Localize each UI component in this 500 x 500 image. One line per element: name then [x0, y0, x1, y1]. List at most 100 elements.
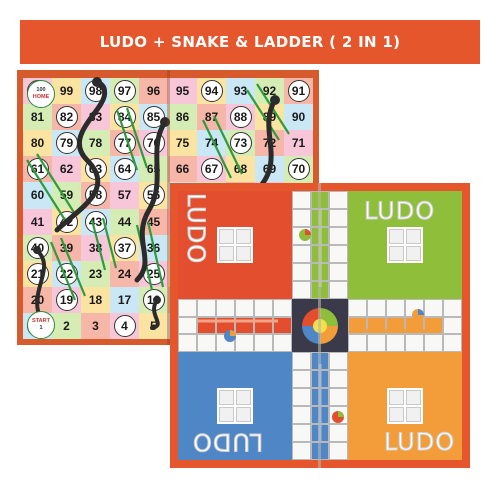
board-cell-number: 91	[291, 84, 306, 99]
board-cell: 93	[226, 78, 255, 105]
board-cell-number: 45	[146, 214, 161, 229]
board-cell-number: 76	[146, 136, 161, 151]
start-number: 1	[39, 325, 43, 331]
board-cell: 79	[52, 130, 81, 157]
board-cell: 58	[81, 182, 110, 209]
board-cell-number: 99	[59, 84, 74, 99]
title-banner: LUDO + SNAKE & LADDER ( 2 IN 1)	[20, 20, 480, 64]
board-cell: 92	[255, 78, 284, 105]
ludo-board: LUDO LUDO LUDO LUDO	[170, 183, 470, 468]
board-cell: 94	[197, 78, 226, 105]
board-cell: 66	[168, 156, 197, 183]
board-cell-number: 90	[291, 110, 306, 125]
board-cell: 78	[81, 130, 110, 157]
board-cell-number: 70	[291, 162, 306, 177]
board-cell: 83	[81, 104, 110, 131]
board-cell-number: 72	[262, 136, 277, 151]
board-cell: 17	[110, 286, 139, 313]
board-cell: 99	[52, 78, 81, 105]
board-cell-number: 64	[117, 162, 132, 177]
board-cell-number: 80	[30, 136, 45, 151]
board-cell: 96	[139, 78, 168, 105]
board-cell: 18	[81, 286, 110, 313]
home-marker: 100 HOME	[27, 80, 55, 108]
board-cell-number: 56	[146, 188, 161, 203]
banner-title: LUDO + SNAKE & LADDER ( 2 IN 1)	[99, 33, 401, 51]
board-cell-number: 95	[175, 84, 190, 99]
board-cell: 45	[139, 208, 168, 235]
board-cell-number: 38	[88, 240, 103, 255]
board-cell: 74	[197, 130, 226, 157]
board-cell-number: 57	[117, 188, 132, 203]
board-cell-number: 78	[88, 136, 103, 151]
board-cell-number: 5	[150, 318, 157, 333]
board-cell-number: 66	[175, 162, 190, 177]
board-cell: 81	[23, 104, 52, 131]
board-cell: 62	[52, 156, 81, 183]
board-cell: 21	[23, 260, 52, 287]
board-cell: 84	[110, 104, 139, 131]
board-cell-number: 2	[63, 318, 70, 333]
board-cell-number: 73	[233, 136, 248, 151]
board-cell: 3	[81, 312, 110, 339]
board-cell: 89	[255, 104, 284, 131]
board-cell-number: 21	[30, 266, 45, 281]
board-cell: 75	[168, 130, 197, 157]
board-cell: 60	[23, 182, 52, 209]
board-cell-number: 98	[88, 84, 103, 99]
board-cell: 38	[81, 234, 110, 261]
board-cell: 40	[23, 234, 52, 261]
board-cell-number: 63	[88, 162, 103, 177]
board-cell: 39	[52, 234, 81, 261]
board-cell-number: 3	[92, 318, 99, 333]
board-cell-number: 75	[175, 136, 190, 151]
board-cell: 19	[52, 286, 81, 313]
board-cell: 87	[197, 104, 226, 131]
board-cell-number: 87	[204, 110, 219, 125]
board-cell-number: 68	[233, 162, 248, 177]
board-cell-number: 74	[204, 136, 219, 151]
board-cell: 42	[52, 208, 81, 235]
board-cell: 91	[284, 78, 313, 105]
board-cell: 41	[23, 208, 52, 235]
board-cell: 22	[52, 260, 81, 287]
board-cell-number: 60	[30, 188, 45, 203]
board-cell: 69	[255, 156, 284, 183]
board-cell-number: 77	[117, 136, 132, 151]
safe-spot-icons	[224, 229, 424, 423]
board-cell: 5	[139, 312, 168, 339]
board-cell: 97	[110, 78, 139, 105]
board-cell-number: 83	[88, 110, 103, 125]
board-cell: 80	[23, 130, 52, 157]
board-cell-number: 71	[291, 136, 306, 151]
board-cell: 23	[81, 260, 110, 287]
board-cell: 86	[168, 104, 197, 131]
board-cell: 65	[139, 156, 168, 183]
board-cell: 61	[23, 156, 52, 183]
board-cell-number: 82	[59, 110, 74, 125]
board-cell-number: 39	[59, 240, 74, 255]
board-cell-number: 20	[30, 292, 45, 307]
board-cell: 59	[52, 182, 81, 209]
board-cell: 72	[255, 130, 284, 157]
home-number: 100	[36, 87, 46, 93]
board-cell-number: 96	[146, 84, 161, 99]
board-cell-number: 81	[30, 110, 45, 125]
board-cell-number: 16	[146, 292, 161, 307]
board-cell-number: 41	[30, 214, 45, 229]
board-cell-number: 97	[117, 84, 132, 99]
board-cell: 70	[284, 156, 313, 183]
board-cell: 85	[139, 104, 168, 131]
board-cell-number: 42	[59, 214, 74, 229]
board-cell: 36	[139, 234, 168, 261]
board-cell: 4	[110, 312, 139, 339]
board-cell-number: 19	[59, 292, 74, 307]
board-cell-number: 43	[88, 214, 103, 229]
board-cell: 56	[139, 182, 168, 209]
board-cell-number: 18	[88, 292, 103, 307]
board-cell-number: 23	[88, 266, 103, 281]
board-cell-number: 62	[59, 162, 74, 177]
board-cell: 57	[110, 182, 139, 209]
board-cell-number: 22	[59, 266, 74, 281]
board-cell: 98	[81, 78, 110, 105]
